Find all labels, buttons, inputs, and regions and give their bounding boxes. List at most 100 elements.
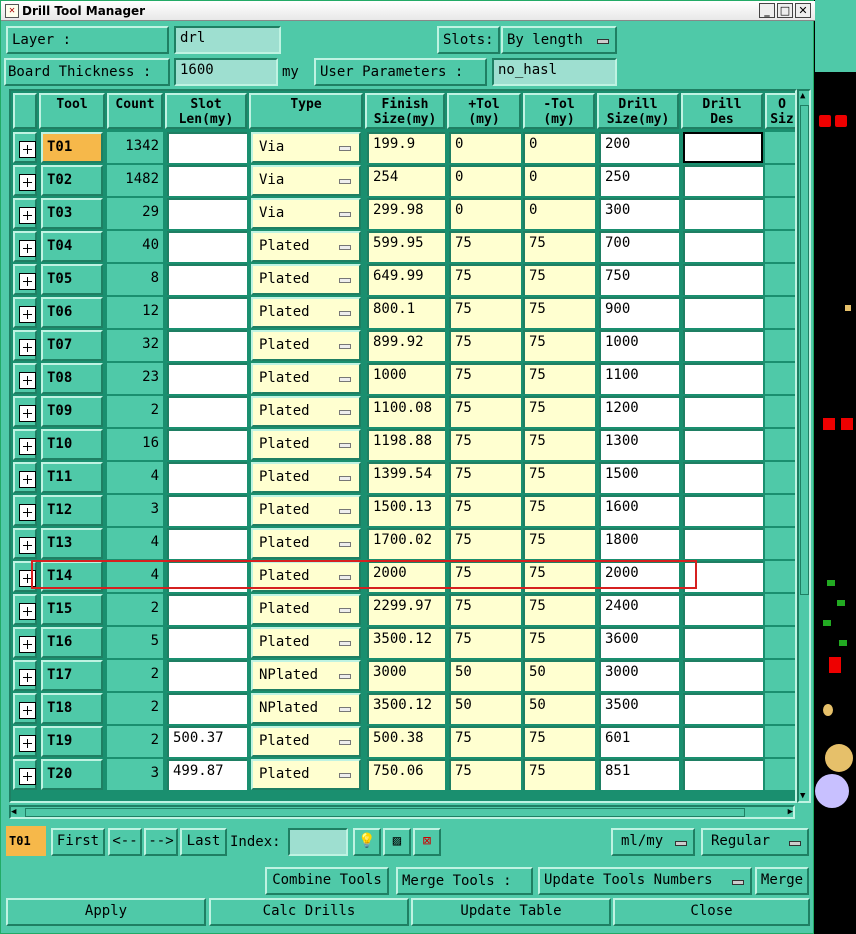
plus-tol-input[interactable]: 75 — [449, 495, 521, 526]
minus-tol-input[interactable]: 75 — [523, 231, 595, 262]
tool-name-cell[interactable]: T18 — [41, 693, 103, 724]
drill-size-input[interactable]: 601 — [599, 726, 679, 757]
drill-des-input[interactable] — [683, 231, 763, 262]
tool-name-cell[interactable]: T16 — [41, 627, 103, 658]
slot-length-input[interactable]: 499.87 — [167, 759, 247, 790]
drill-des-input[interactable] — [683, 132, 763, 163]
drill-size-input[interactable]: 300 — [599, 198, 679, 229]
tool-name-cell[interactable]: T15 — [41, 594, 103, 625]
title-bar[interactable]: ✕ Drill Tool Manager _ □ ✕ — [1, 1, 815, 21]
drill-size-input[interactable]: 1200 — [599, 396, 679, 427]
horizontal-scrollbar[interactable]: ◀ ▶ — [9, 805, 795, 819]
minus-tol-input[interactable]: 75 — [523, 495, 595, 526]
tool-name-cell[interactable]: T13 — [41, 528, 103, 559]
last-button[interactable]: Last — [180, 828, 227, 856]
slot-length-input[interactable] — [167, 396, 247, 427]
type-dropdown[interactable]: Plated — [251, 462, 361, 493]
slot-length-input[interactable] — [167, 627, 247, 658]
plus-tol-input[interactable]: 50 — [449, 660, 521, 691]
minus-tol-input[interactable]: 75 — [523, 462, 595, 493]
expand-button[interactable] — [13, 198, 37, 229]
column-header[interactable]: Drill Size(my) — [597, 93, 679, 129]
finish-size-input[interactable]: 3500.12 — [367, 693, 445, 724]
drill-size-input[interactable]: 1100 — [599, 363, 679, 394]
drill-des-input[interactable] — [683, 165, 763, 196]
drill-des-input[interactable] — [683, 462, 763, 493]
type-dropdown[interactable]: Plated — [251, 759, 361, 790]
scroll-left-arrow-icon[interactable]: ◀ — [11, 807, 16, 817]
minimize-button[interactable]: _ — [759, 3, 775, 18]
slot-length-input[interactable] — [167, 462, 247, 493]
plus-tol-input[interactable]: 0 — [449, 165, 521, 196]
plus-tol-input[interactable]: 75 — [449, 594, 521, 625]
finish-size-input[interactable]: 254 — [367, 165, 445, 196]
minus-tol-input[interactable]: 0 — [523, 165, 595, 196]
tool-name-cell[interactable]: T01 — [41, 132, 103, 163]
expand-button[interactable] — [13, 528, 37, 559]
tool-name-cell[interactable]: T03 — [41, 198, 103, 229]
type-dropdown[interactable]: Plated — [251, 726, 361, 757]
finish-size-input[interactable]: 2299.97 — [367, 594, 445, 625]
slot-length-input[interactable] — [167, 231, 247, 262]
mode-dropdown[interactable]: Regular — [701, 828, 809, 856]
next-button[interactable]: --> — [144, 828, 178, 856]
finish-size-input[interactable]: 1198.88 — [367, 429, 445, 460]
tool-name-cell[interactable]: T17 — [41, 660, 103, 691]
minus-tol-input[interactable]: 75 — [523, 594, 595, 625]
minus-tol-input[interactable]: 75 — [523, 264, 595, 295]
close-window-button[interactable]: ✕ — [795, 3, 811, 18]
tool-name-cell[interactable]: T14 — [41, 561, 103, 592]
column-header[interactable]: Slot Len(my) — [165, 93, 247, 129]
drill-size-input[interactable]: 900 — [599, 297, 679, 328]
finish-size-input[interactable]: 1000 — [367, 363, 445, 394]
type-dropdown[interactable]: Plated — [251, 429, 361, 460]
scroll-up-arrow-icon[interactable]: ▲ — [800, 91, 805, 101]
drill-des-input[interactable] — [683, 495, 763, 526]
slot-length-input[interactable] — [167, 693, 247, 724]
expand-button[interactable] — [13, 297, 37, 328]
slot-length-input[interactable] — [167, 165, 247, 196]
tool-name-cell[interactable]: T20 — [41, 759, 103, 790]
slot-length-input[interactable] — [167, 363, 247, 394]
plus-tol-input[interactable]: 75 — [449, 561, 521, 592]
drill-size-input[interactable]: 1000 — [599, 330, 679, 361]
combine-tools-button[interactable]: Combine Tools — [265, 867, 389, 895]
expand-button[interactable] — [13, 165, 37, 196]
minus-tol-input[interactable]: 50 — [523, 660, 595, 691]
units-dropdown[interactable]: ml/my — [611, 828, 695, 856]
drill-size-input[interactable]: 3600 — [599, 627, 679, 658]
column-header[interactable]: Tool — [39, 93, 105, 129]
drill-size-input[interactable]: 1800 — [599, 528, 679, 559]
expand-button[interactable] — [13, 429, 37, 460]
slot-length-input[interactable]: 500.37 — [167, 726, 247, 757]
tool-name-cell[interactable]: T12 — [41, 495, 103, 526]
plus-tol-input[interactable]: 75 — [449, 462, 521, 493]
apply-button[interactable]: Apply — [6, 898, 206, 926]
drill-des-input[interactable] — [683, 561, 763, 592]
drill-des-input[interactable] — [683, 198, 763, 229]
slot-length-input[interactable] — [167, 561, 247, 592]
tool-name-cell[interactable]: T06 — [41, 297, 103, 328]
plus-tol-input[interactable]: 75 — [449, 396, 521, 427]
plus-tol-input[interactable]: 75 — [449, 759, 521, 790]
drill-size-input[interactable]: 1300 — [599, 429, 679, 460]
type-dropdown[interactable]: Plated — [251, 528, 361, 559]
minus-tol-input[interactable]: 75 — [523, 363, 595, 394]
drill-size-input[interactable]: 2400 — [599, 594, 679, 625]
drill-size-input[interactable]: 2000 — [599, 561, 679, 592]
minus-tol-input[interactable]: 75 — [523, 759, 595, 790]
type-dropdown[interactable]: Plated — [251, 231, 361, 262]
vertical-scrollbar[interactable]: ▲ ▼ — [797, 89, 811, 803]
plus-tol-input[interactable]: 75 — [449, 264, 521, 295]
tool-name-cell[interactable]: T02 — [41, 165, 103, 196]
drill-size-input[interactable]: 750 — [599, 264, 679, 295]
column-header[interactable]: Finish Size(my) — [365, 93, 445, 129]
column-header[interactable]: Type — [249, 93, 363, 129]
drill-size-input[interactable]: 3000 — [599, 660, 679, 691]
drill-size-input[interactable]: 3500 — [599, 693, 679, 724]
expand-button[interactable] — [13, 726, 37, 757]
plus-tol-input[interactable]: 0 — [449, 198, 521, 229]
minus-tol-input[interactable]: 75 — [523, 726, 595, 757]
type-dropdown[interactable]: Plated — [251, 363, 361, 394]
update-table-button[interactable]: Update Table — [411, 898, 611, 926]
